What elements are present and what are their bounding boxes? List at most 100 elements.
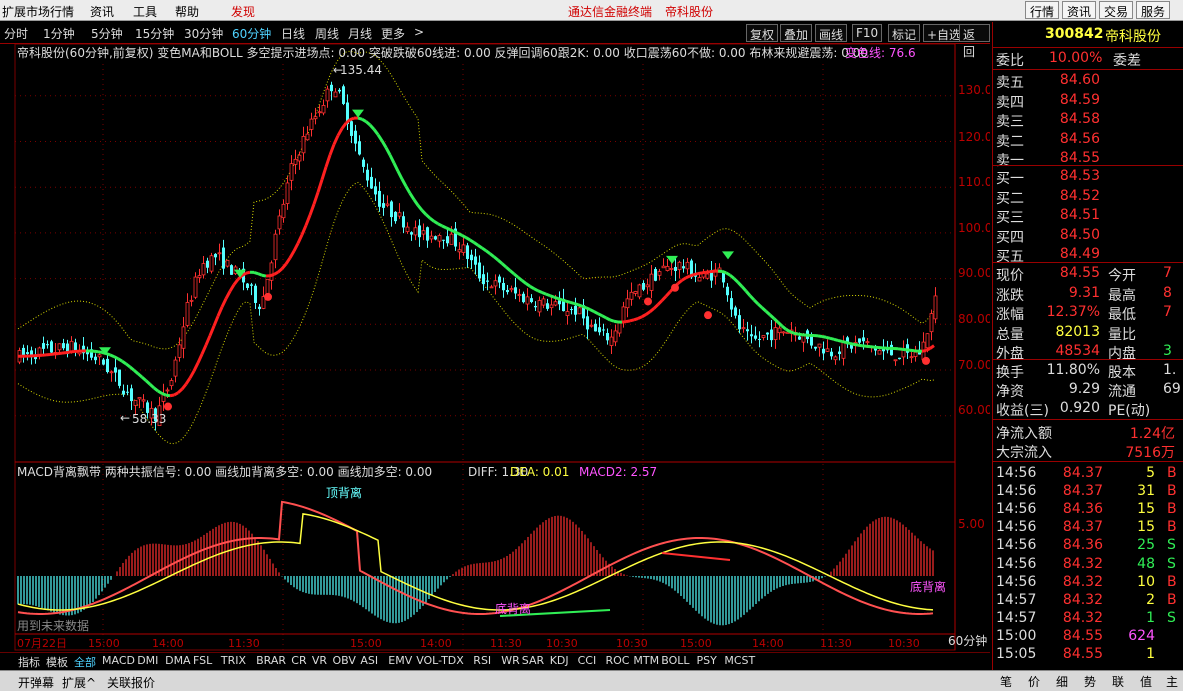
btn-quotes[interactable]: 行情 bbox=[1025, 1, 1060, 19]
indicator-tab-9[interactable]: CR bbox=[291, 654, 306, 667]
indicator-tab-23[interactable]: PSY bbox=[697, 654, 717, 667]
indicator-tab-5[interactable]: DMA bbox=[165, 654, 191, 667]
indicator-tab-1[interactable]: 模板 bbox=[46, 654, 68, 670]
period-next-arrow[interactable]: > bbox=[414, 25, 424, 39]
tab-detail[interactable]: 细 bbox=[1056, 673, 1068, 690]
btn-service[interactable]: 服务 bbox=[1136, 1, 1171, 19]
btn-danmaku[interactable]: 开弹幕 bbox=[18, 674, 54, 691]
btn-info[interactable]: 资讯 bbox=[1062, 1, 1097, 19]
ma-segment bbox=[697, 271, 703, 276]
indicator-tab-4[interactable]: DMI bbox=[137, 654, 158, 667]
tick-row: 14:57 84.32 1 S bbox=[993, 610, 1183, 628]
candle-body bbox=[669, 268, 674, 270]
candle-body bbox=[22, 347, 25, 356]
buy-level-1: 买一 84.53 bbox=[993, 168, 1183, 187]
tab-main[interactable]: 主 bbox=[1166, 673, 1178, 690]
buy-level-2: 买二 84.52 bbox=[993, 188, 1183, 207]
indicator-tab-0[interactable]: 指标 bbox=[18, 654, 40, 670]
tick-row: 14:56 84.37 5 B bbox=[993, 465, 1183, 483]
candle-body bbox=[514, 287, 517, 294]
indicator-tab-16[interactable]: WR bbox=[501, 654, 520, 667]
chart-area[interactable]: 帝科股份(60分钟,前复权) 变色MA和BOLL 多空提示进场点: 0.00 突… bbox=[0, 44, 990, 654]
btn-adjust[interactable]: 复权 bbox=[746, 24, 779, 42]
indicator-tab-21[interactable]: MTM bbox=[633, 654, 659, 667]
period-30min[interactable]: 30分钟 bbox=[184, 25, 223, 42]
indicator-tab-11[interactable]: OBV bbox=[333, 654, 356, 667]
ma-segment bbox=[721, 269, 727, 275]
indicator-tab-24[interactable]: MCST bbox=[724, 654, 755, 667]
btn-overlay[interactable]: 叠加 bbox=[780, 24, 813, 42]
macd-diff-line bbox=[17, 500, 934, 616]
ma-segment bbox=[384, 146, 392, 156]
tab-price[interactable]: 价 bbox=[1028, 673, 1040, 690]
period-1min[interactable]: 1分钟 bbox=[43, 25, 75, 42]
menu-tools[interactable]: 工具 bbox=[133, 3, 157, 20]
btn-draw[interactable]: 画线 bbox=[815, 24, 848, 42]
ma-segment bbox=[169, 393, 175, 398]
menu-news[interactable]: 资讯 bbox=[90, 3, 114, 20]
candle-body bbox=[390, 201, 393, 218]
btn-back[interactable]: 返回 bbox=[959, 24, 990, 59]
period-weekly[interactable]: 周线 bbox=[315, 25, 339, 42]
btn-trade[interactable]: 交易 bbox=[1099, 1, 1134, 19]
tab-trend[interactable]: 势 bbox=[1084, 673, 1096, 690]
period-15min[interactable]: 15分钟 bbox=[135, 25, 174, 42]
candle-body bbox=[674, 266, 677, 271]
indicator-tab-14[interactable]: VOL-TDX bbox=[416, 654, 464, 667]
tick-direction: S bbox=[1167, 555, 1176, 572]
period-5min[interactable]: 5分钟 bbox=[91, 25, 123, 42]
menu-help[interactable]: 帮助 bbox=[175, 3, 199, 20]
ma-segment bbox=[760, 306, 768, 313]
long-signal-icon bbox=[922, 356, 930, 365]
chart-canvas[interactable]: 帝科股份(60分钟,前复权) 变色MA和BOLL 多空提示进场点: 0.00 突… bbox=[0, 44, 990, 652]
ma-segment bbox=[184, 377, 192, 385]
candle-body bbox=[181, 326, 186, 349]
candle-body bbox=[354, 130, 357, 144]
period-60min[interactable]: 60分钟 bbox=[232, 25, 271, 42]
ma-segment bbox=[656, 299, 664, 306]
indicator-tab-17[interactable]: SAR bbox=[522, 654, 544, 667]
indicator-tab-22[interactable]: BOLL bbox=[661, 654, 689, 667]
candle-body bbox=[330, 84, 333, 92]
period-intraday[interactable]: 分时 bbox=[4, 25, 28, 42]
ma-segment bbox=[312, 191, 320, 205]
period-monthly[interactable]: 月线 bbox=[348, 25, 372, 42]
period-daily[interactable]: 日线 bbox=[281, 25, 305, 42]
indicator-tab-13[interactable]: EMV bbox=[388, 654, 412, 667]
indicator-tab-6[interactable]: FSL bbox=[193, 654, 212, 667]
ma-segment bbox=[817, 334, 823, 338]
btn-extend[interactable]: 扩展^ bbox=[62, 674, 96, 691]
ma-segment bbox=[845, 340, 851, 345]
sell-label: 卖二 bbox=[996, 133, 1024, 150]
ma-segment bbox=[153, 386, 159, 393]
indicator-tab-7[interactable]: TRIX bbox=[221, 654, 246, 667]
indicator-tab-10[interactable]: VR bbox=[312, 654, 327, 667]
indicator-tab-20[interactable]: ROC bbox=[606, 654, 630, 667]
ma-segment bbox=[477, 243, 483, 250]
tick-time: 14:56 bbox=[996, 501, 1037, 518]
top-divergence-label: 顶背离 bbox=[326, 485, 362, 500]
indicator-tab-12[interactable]: ASI bbox=[360, 654, 378, 667]
indicator-tab-15[interactable]: RSI bbox=[473, 654, 491, 667]
indicator-tab-18[interactable]: KDJ bbox=[550, 654, 569, 667]
btn-f10[interactable]: F10 bbox=[852, 24, 883, 42]
indicator-tab-2[interactable]: 全部 bbox=[74, 654, 96, 670]
menu-extended-market[interactable]: 扩展市场行情 bbox=[2, 3, 74, 20]
btn-related-quotes[interactable]: 关联报价 bbox=[107, 674, 155, 691]
indicator-tab-19[interactable]: CCI bbox=[578, 654, 597, 667]
period-more[interactable]: 更多 bbox=[381, 25, 405, 42]
indicator-tab-3[interactable]: MACD bbox=[102, 654, 135, 667]
ma-segment bbox=[180, 383, 188, 391]
ma-segment bbox=[861, 344, 867, 348]
ma-segment bbox=[212, 315, 220, 327]
tab-value[interactable]: 值 bbox=[1140, 673, 1152, 690]
btn-mark[interactable]: 标记 bbox=[888, 24, 921, 42]
macd-dea-line bbox=[17, 512, 934, 611]
candle-body bbox=[770, 329, 773, 341]
tick-time: 15:05 bbox=[996, 646, 1037, 662]
indicator-tab-8[interactable]: BRAR bbox=[256, 654, 286, 667]
flow-value: 7516万 bbox=[1125, 445, 1175, 461]
menu-discover[interactable]: 发现 bbox=[231, 3, 255, 20]
tab-tick[interactable]: 笔 bbox=[1000, 673, 1012, 690]
tab-link[interactable]: 联 bbox=[1112, 673, 1124, 690]
